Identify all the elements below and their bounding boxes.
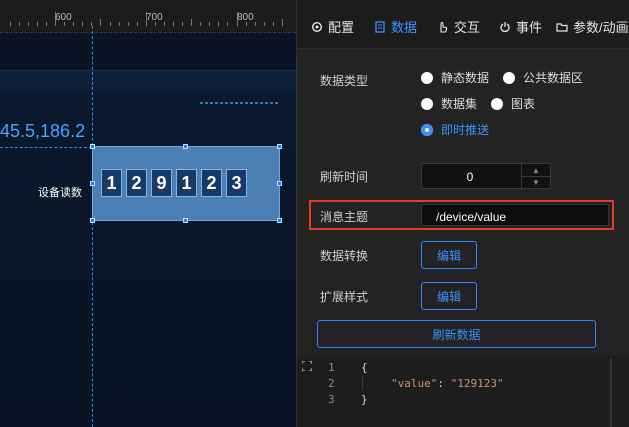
extended-style-label: 扩展样式 (320, 290, 369, 304)
refresh-time-stepper[interactable]: 0 ▲ ▼ (421, 163, 551, 189)
power-icon (500, 21, 510, 32)
folder-icon (556, 22, 568, 32)
resize-handle-top-left[interactable] (90, 144, 95, 149)
radio-circle (421, 71, 433, 84)
resize-handle-left[interactable] (90, 181, 95, 186)
stage-header (0, 70, 296, 91)
radio-label: 静态数据 (441, 71, 490, 85)
resize-handle-top[interactable] (183, 144, 188, 149)
data-icon (375, 20, 385, 33)
digit-display: 1 2 9 1 2 3 (101, 169, 247, 197)
radio-public-data[interactable]: 公共数据区 (503, 69, 583, 86)
resize-handle-top-right[interactable] (277, 144, 282, 149)
stepper-controls: ▲ ▼ (521, 164, 550, 188)
code-line: { (361, 361, 368, 374)
pointer-icon (440, 21, 448, 33)
tab-config-label: 配置 (328, 20, 355, 35)
coordinate-readout: 45.5,186.2 (0, 121, 86, 141)
refresh-data-button[interactable]: 刷新数据 (317, 320, 596, 348)
editor-canvas[interactable]: 600 700 800 45.5,186.2 设备读数 1 2 9 1 2 3 (0, 0, 296, 427)
radio-dataset[interactable]: 数据集 (421, 95, 477, 112)
radio-circle-selected (421, 123, 433, 136)
data-type-label: 数据类型 (320, 74, 369, 88)
digit: 2 (201, 169, 222, 197)
radio-circle (503, 71, 515, 84)
stepper-down-button[interactable]: ▼ (522, 176, 550, 188)
expand-icon[interactable] (302, 361, 312, 371)
code-line: "value": "129123" (391, 377, 504, 390)
ruler-strip (0, 26, 296, 33)
code-line: } (361, 393, 368, 406)
resize-handle-right[interactable] (277, 181, 282, 186)
digit: 1 (176, 169, 197, 197)
highlight-box (309, 200, 614, 230)
radio-static-data[interactable]: 静态数据 (421, 69, 489, 86)
guide-line-vertical (92, 26, 93, 146)
tab-interaction[interactable]: 交互 (437, 17, 480, 36)
radio-circle (421, 97, 433, 110)
data-convert-label: 数据转换 (320, 249, 369, 263)
refresh-time-label: 刷新时间 (320, 170, 369, 184)
json-colon: : (437, 377, 451, 390)
code-scrollbar[interactable] (610, 358, 612, 427)
radio-instant-push[interactable]: 即时推送 (421, 121, 489, 138)
decoration-line (200, 102, 280, 104)
resize-handle-bottom-right[interactable] (277, 218, 282, 223)
panel-tabs: 配置 数据 交互 事件 参数/动画 (297, 0, 629, 49)
radio-chart[interactable]: 图表 (491, 95, 535, 112)
edit-style-button[interactable]: 编辑 (421, 282, 477, 310)
digit: 2 (126, 169, 147, 197)
json-value: "129123" (450, 377, 504, 390)
radio-label: 公共数据区 (523, 71, 584, 85)
radio-circle (491, 97, 503, 110)
digit: 3 (226, 169, 247, 197)
edit-convert-button[interactable]: 编辑 (421, 241, 477, 269)
line-number: 2 (328, 377, 335, 390)
radio-label: 即时推送 (441, 123, 490, 137)
radio-label: 数据集 (441, 97, 478, 111)
json-key: "value" (391, 377, 438, 390)
digit: 1 (101, 169, 122, 197)
resize-handle-bottom[interactable] (183, 218, 188, 223)
horizontal-ruler: 600 700 800 (0, 0, 296, 27)
line-number: 3 (328, 393, 335, 406)
tab-data-label: 数据 (391, 20, 418, 35)
radio-label: 图表 (511, 97, 536, 111)
tab-events[interactable]: 事件 (499, 17, 542, 36)
refresh-time-value: 0 (466, 170, 474, 184)
digit: 9 (151, 169, 172, 197)
gear-icon (311, 21, 323, 32)
tab-params-animation-label: 参数/动画 (573, 20, 629, 35)
guide-line-horizontal (0, 147, 92, 148)
tab-data[interactable]: 数据 (374, 17, 417, 36)
indent-guide (362, 376, 363, 390)
tab-events-label: 事件 (516, 20, 543, 35)
digit-counter-widget[interactable]: 1 2 9 1 2 3 (92, 146, 280, 221)
device-label: 设备读数 (38, 187, 82, 199)
tab-params-animation[interactable]: 参数/动画 (556, 17, 629, 36)
guide-line-vertical (92, 222, 93, 427)
tab-config[interactable]: 配置 (311, 17, 354, 36)
property-panel: 配置 数据 交互 事件 参数/动画 数据类型 静态数据 公共数据区 数据集 图表… (296, 0, 629, 427)
tab-interaction-label: 交互 (454, 20, 481, 35)
resize-handle-bottom-left[interactable] (90, 218, 95, 223)
json-code-viewer[interactable]: 1 2 3 { "value": "129123" } (297, 356, 629, 427)
line-number: 1 (328, 361, 335, 374)
